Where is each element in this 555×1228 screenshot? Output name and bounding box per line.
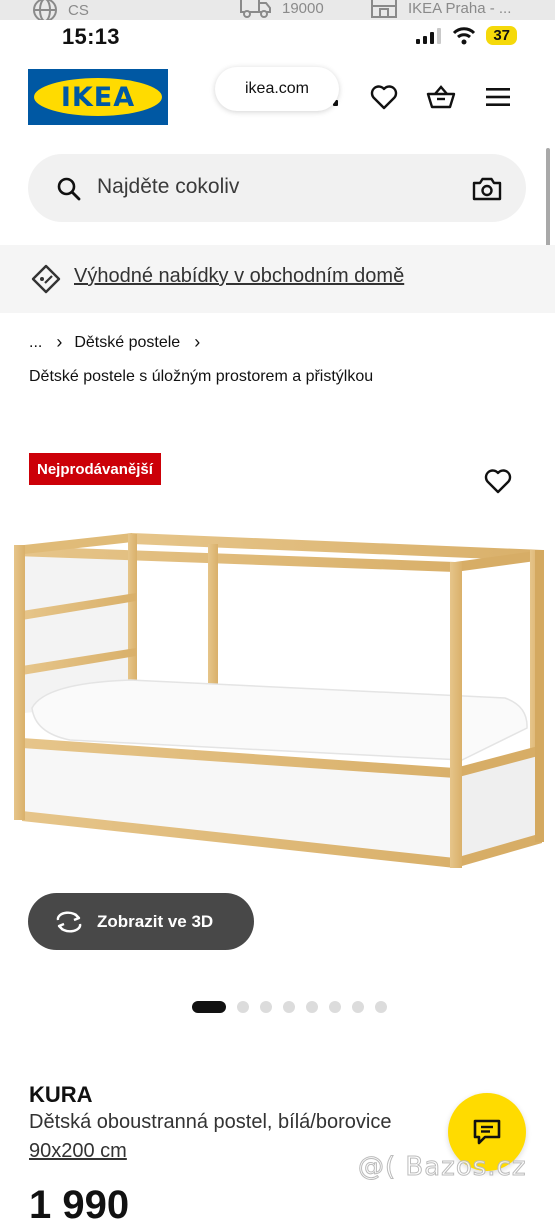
subcategory-link[interactable]: Dětské postele s úložným prostorem a při… [29, 368, 373, 386]
chevron-right-icon: › [194, 332, 201, 352]
carousel-dot[interactable] [306, 1001, 318, 1013]
carousel-dot[interactable] [237, 1001, 249, 1013]
menu-button[interactable] [483, 82, 513, 112]
signal-icon [416, 27, 442, 44]
background-tab-row: CS 19000 IKEA Praha - ... [0, 0, 555, 20]
logo-text: IKEA [60, 82, 136, 113]
store-icon [371, 0, 397, 18]
store-offers-link[interactable]: Výhodné nabídky v obchodním domě [74, 265, 404, 288]
view-in-3d-label: Zobrazit ve 3D [97, 911, 214, 931]
price-tag-icon [31, 264, 61, 294]
camera-icon[interactable] [472, 176, 502, 202]
chat-bubble-icon [473, 1119, 501, 1145]
truck-icon [240, 0, 271, 18]
search-input[interactable]: Najděte cokoliv [97, 175, 239, 199]
delivery-indicator: 19000 [240, 0, 324, 19]
delivery-count: 19000 [282, 0, 324, 17]
rotate-3d-icon [56, 911, 82, 932]
breadcrumb-ellipsis[interactable]: ... [29, 334, 42, 352]
carousel-dot[interactable] [375, 1001, 387, 1013]
breadcrumb: ... › Dětské postele › [29, 332, 212, 353]
clock: 15:13 [62, 24, 120, 49]
search-icon [57, 177, 81, 201]
product-price: 1 990 [29, 1183, 130, 1227]
store-name: IKEA Praha - ... [408, 0, 512, 17]
heart-icon [370, 85, 398, 110]
carousel-dot[interactable] [283, 1001, 295, 1013]
product-description: Dětská oboustranná postel, bílá/borovice [29, 1111, 392, 1133]
carousel-dot[interactable] [329, 1001, 341, 1013]
basket-button[interactable] [426, 82, 456, 112]
site-header: IKEA ikea.com [0, 64, 555, 134]
bestseller-badge: Nejprodávanější [29, 453, 161, 485]
breadcrumb-category[interactable]: Dětské postele [74, 334, 180, 352]
watermark: @( Bazos.cz [358, 1152, 527, 1183]
search-bar[interactable]: Najděte cokoliv [28, 154, 526, 222]
carousel-dot[interactable] [260, 1001, 272, 1013]
status-icons: 37 [416, 26, 517, 45]
view-in-3d-button[interactable]: Zobrazit ve 3D [28, 893, 254, 950]
product-size-link[interactable]: 90x200 cm [29, 1140, 127, 1163]
basket-icon [426, 85, 456, 109]
carousel-dot[interactable] [192, 1001, 226, 1013]
status-bar: CS 19000 IKEA Praha - ... 15:13 37 [0, 0, 555, 64]
product-image[interactable] [10, 528, 550, 878]
wifi-icon [453, 26, 476, 44]
url-bar[interactable]: ikea.com [215, 67, 339, 111]
battery-indicator: 37 [486, 26, 517, 45]
add-to-wishlist-heart-icon[interactable] [484, 468, 512, 494]
ikea-logo[interactable]: IKEA [28, 69, 168, 125]
language-indicator: CS [32, 0, 89, 20]
store-indicator: IKEA Praha - ... [370, 0, 511, 19]
page-scrollbar[interactable] [546, 148, 550, 248]
globe-icon [33, 0, 57, 20]
carousel-dot[interactable] [352, 1001, 364, 1013]
chevron-right-icon: › [56, 332, 63, 352]
product-name: KURA [29, 1082, 93, 1107]
hamburger-icon [486, 88, 510, 106]
store-offers-banner[interactable]: Výhodné nabídky v obchodním domě [0, 245, 555, 313]
image-carousel-indicator[interactable] [192, 1001, 387, 1013]
wishlist-button[interactable] [369, 82, 399, 112]
language-code: CS [68, 1, 89, 19]
